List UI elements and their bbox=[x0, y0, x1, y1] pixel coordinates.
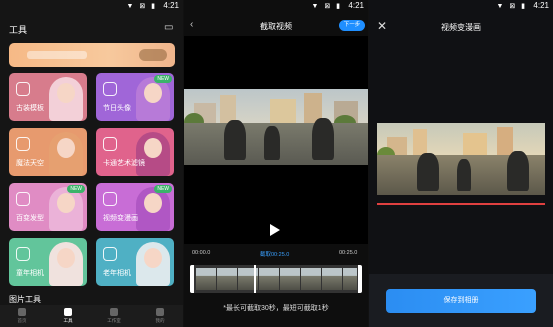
status-icons: ▼ ⊠ ▮ bbox=[311, 3, 342, 10]
new-badge: NEW bbox=[154, 75, 172, 83]
tool-card[interactable]: 老年相机 bbox=[96, 238, 174, 286]
promo-banner[interactable] bbox=[9, 43, 175, 67]
status-bar: ▼ ⊠ ▮ 4:21 bbox=[369, 0, 553, 12]
tool-label: 百变发型 bbox=[16, 215, 44, 222]
tool-thumbnail bbox=[49, 187, 83, 231]
status-icons: ▼ ⊠ ▮ bbox=[496, 3, 527, 10]
trim-timeline[interactable] bbox=[190, 265, 362, 293]
tool-label: 魔法天空 bbox=[16, 160, 44, 167]
trim-end-handle[interactable] bbox=[358, 265, 362, 293]
tool-label: 卡通艺术滤镜 bbox=[103, 160, 145, 167]
tool-card[interactable]: 卡通艺术滤镜 bbox=[96, 128, 174, 176]
tab-label: 首页 bbox=[17, 318, 27, 323]
tool-label: 视频变漫画 bbox=[103, 215, 138, 222]
status-time: 4:21 bbox=[348, 1, 364, 10]
tool-thumbnail bbox=[49, 242, 83, 286]
trim-start-handle[interactable] bbox=[190, 265, 194, 293]
tool-label: 古装模板 bbox=[16, 105, 44, 112]
tool-card[interactable]: 视频变漫画 NEW bbox=[96, 183, 174, 231]
tab-studio[interactable]: 工作室 bbox=[94, 308, 134, 324]
tool-thumbnail bbox=[136, 132, 170, 176]
video-frame bbox=[184, 89, 368, 165]
status-icons: ▼ ⊠ ▮ bbox=[126, 3, 157, 10]
tool-card[interactable]: 百变发型 NEW bbox=[9, 183, 87, 231]
tool-card[interactable]: 古装模板 bbox=[9, 73, 87, 121]
overflow-icon[interactable]: ▭ bbox=[164, 22, 173, 33]
banner-text-blurred bbox=[27, 51, 87, 59]
tab-label: 我的 bbox=[155, 318, 165, 323]
tool-label: 老年相机 bbox=[103, 270, 131, 277]
new-badge: NEW bbox=[154, 185, 172, 193]
tools-screen: ▼ ⊠ ▮ 4:21 工具 ▭ 古装模板 节日头像 NEW 魔法天空 卡通艺术滤镜百变发… bbox=[0, 0, 183, 327]
tool-icon bbox=[103, 137, 117, 151]
tool-icon bbox=[103, 82, 117, 96]
tool-icon bbox=[16, 247, 30, 261]
play-icon[interactable] bbox=[270, 224, 280, 236]
banner-button[interactable] bbox=[139, 49, 167, 61]
profile-icon bbox=[156, 308, 164, 316]
tool-icon bbox=[103, 192, 117, 206]
new-badge: NEW bbox=[67, 185, 85, 193]
tool-icon bbox=[16, 82, 30, 96]
page-title: 视频变漫画 bbox=[441, 23, 481, 32]
time-end: 00:25.0 bbox=[339, 250, 358, 256]
playhead[interactable] bbox=[254, 265, 256, 293]
tab-tools[interactable]: 工具 bbox=[48, 308, 88, 324]
tool-thumbnail bbox=[136, 242, 170, 286]
status-bar: ▼ ⊠ ▮ 4:21 bbox=[0, 0, 183, 12]
comic-video-preview[interactable] bbox=[377, 123, 545, 195]
tab-label: 工作室 bbox=[107, 318, 121, 323]
tool-label: 节日头像 bbox=[103, 105, 131, 112]
tool-icon bbox=[16, 192, 30, 206]
playback-progress[interactable] bbox=[377, 203, 545, 205]
video-to-comic-screen: ▼ ⊠ ▮ 4:21 ✕ 视频变漫画 保存到相册 bbox=[369, 0, 553, 327]
next-button[interactable]: 下一步 bbox=[339, 20, 365, 31]
tool-card[interactable]: 节日头像 NEW bbox=[96, 73, 174, 121]
trim-video-screen: ▼ ⊠ ▮ 4:21 ‹ 截取视频 下一步 00:00.0 截取00:25.0 … bbox=[184, 0, 368, 327]
bottom-tab-bar: 首页 工具 工作室 我的 bbox=[0, 305, 183, 327]
tool-label: 童年相机 bbox=[16, 270, 44, 277]
tool-thumbnail bbox=[136, 187, 170, 231]
tool-card[interactable]: 童年相机 bbox=[9, 238, 87, 286]
status-time: 4:21 bbox=[163, 1, 179, 10]
tab-home[interactable]: 首页 bbox=[2, 308, 42, 324]
tools-icon bbox=[64, 308, 72, 316]
tool-thumbnail bbox=[49, 132, 83, 176]
tool-icon bbox=[103, 247, 117, 261]
save-to-album-button[interactable]: 保存到相册 bbox=[386, 289, 536, 313]
studio-icon bbox=[110, 308, 118, 316]
tool-thumbnail bbox=[49, 77, 83, 121]
tool-thumbnail bbox=[136, 77, 170, 121]
tool-icon bbox=[16, 137, 30, 151]
page-title: 工具 bbox=[9, 25, 28, 35]
trim-hint: *最长可截取30秒，最短可截取1秒 bbox=[223, 305, 329, 312]
section-title: 图片工具 bbox=[9, 295, 41, 304]
video-preview[interactable] bbox=[184, 36, 368, 244]
tab-label: 工具 bbox=[63, 318, 73, 323]
tab-mine[interactable]: 我的 bbox=[140, 308, 180, 324]
home-icon bbox=[18, 308, 26, 316]
time-selected: 截取00:25.0 bbox=[260, 252, 290, 258]
tool-card[interactable]: 魔法天空 bbox=[9, 128, 87, 176]
status-bar: ▼ ⊠ ▮ 4:21 bbox=[184, 0, 368, 12]
time-start: 00:00.0 bbox=[192, 250, 211, 256]
status-time: 4:21 bbox=[533, 1, 549, 10]
